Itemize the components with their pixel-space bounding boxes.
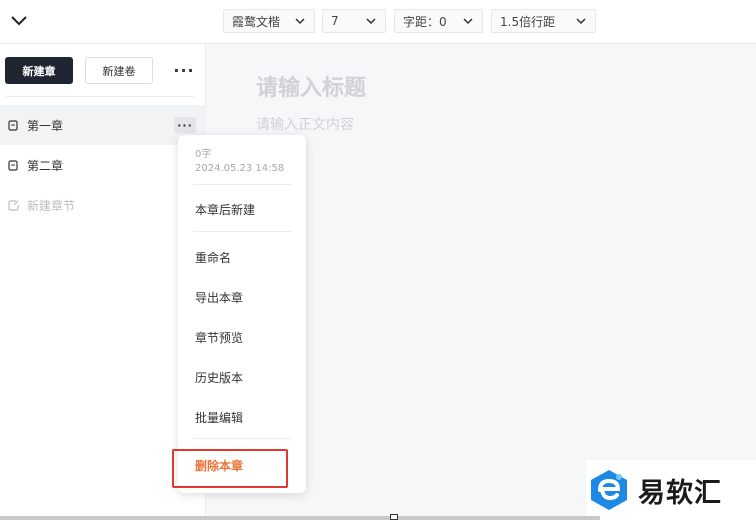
- chapter-label: 第一章: [27, 118, 64, 133]
- new-section-label: 新建章节: [27, 198, 76, 213]
- chevron-down-icon: [295, 18, 305, 25]
- document-icon: [8, 119, 19, 131]
- site-logo: 易软汇: [586, 460, 756, 520]
- word-count: 0字: [195, 149, 212, 160]
- collapse-chevron-icon[interactable]: [8, 10, 30, 32]
- chevron-down-icon: [366, 18, 376, 25]
- menu-divider: [193, 438, 291, 439]
- body-input[interactable]: 请输入正文内容: [256, 114, 354, 134]
- menu-item-new-after[interactable]: 本章后新建: [195, 201, 255, 218]
- logo-icon: [591, 470, 627, 510]
- chapter-timestamp: 2024.05.23 14:58: [195, 163, 285, 174]
- letter-spacing-value: 字距：0: [403, 14, 447, 29]
- horizontal-scrollbar[interactable]: [0, 516, 600, 520]
- new-document-icon: [8, 199, 19, 211]
- chapter-label: 第二章: [27, 158, 64, 173]
- chapter-item-1[interactable]: 第一章 ···: [0, 105, 206, 145]
- chevron-down-icon: [576, 18, 586, 25]
- letter-spacing-select[interactable]: 字距：0: [394, 9, 483, 33]
- chapter-item-2[interactable]: 第二章: [0, 145, 206, 185]
- menu-item-export[interactable]: 导出本章: [195, 289, 243, 306]
- scrollbar-handle[interactable]: [390, 514, 398, 520]
- line-spacing-value: 1.5倍行距: [500, 14, 556, 29]
- font-size-select[interactable]: 7: [322, 9, 386, 33]
- menu-divider: [193, 184, 291, 185]
- font-family-select[interactable]: 霞鹜文楷: [223, 9, 315, 33]
- new-section-item[interactable]: 新建章节: [0, 185, 206, 225]
- font-family-value: 霞鹜文楷: [232, 14, 281, 29]
- logo-text: 易软汇: [638, 477, 722, 509]
- menu-divider: [193, 231, 291, 232]
- top-toolbar: 霞鹜文楷 7 字距：0 1.5倍行距: [0, 0, 756, 44]
- more-options-icon[interactable]: ···: [172, 60, 196, 80]
- chapter-context-menu: 0字 2024.05.23 14:58 本章后新建 重命名 导出本章 章节预览 …: [178, 135, 306, 493]
- chapter-more-icon[interactable]: ···: [174, 117, 196, 133]
- delete-highlight-box: [172, 449, 288, 488]
- line-spacing-select[interactable]: 1.5倍行距: [491, 9, 596, 33]
- menu-item-preview[interactable]: 章节预览: [195, 329, 243, 346]
- document-icon: [8, 159, 19, 171]
- sidebar-divider: [6, 96, 194, 97]
- menu-item-history[interactable]: 历史版本: [195, 369, 243, 386]
- menu-item-rename[interactable]: 重命名: [195, 249, 231, 266]
- chevron-down-icon: [463, 18, 473, 25]
- title-input[interactable]: 请输入标题: [256, 70, 366, 102]
- font-size-value: 7: [331, 14, 339, 28]
- new-volume-button[interactable]: 新建卷: [85, 57, 153, 84]
- menu-item-batch-edit[interactable]: 批量编辑: [195, 409, 243, 426]
- new-chapter-button[interactable]: 新建章: [5, 57, 73, 84]
